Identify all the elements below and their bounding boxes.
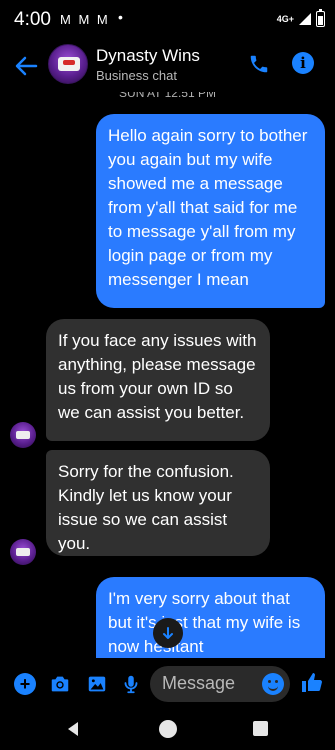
chat-header: Dynasty Wins Business chat i bbox=[0, 40, 335, 92]
message-input-placeholder: Message bbox=[162, 673, 236, 693]
emoji-icon[interactable] bbox=[262, 673, 284, 695]
microphone-icon[interactable] bbox=[120, 673, 142, 695]
status-bar: 4:00 M M M • 4G+ bbox=[0, 0, 335, 40]
back-arrow-icon[interactable] bbox=[12, 52, 40, 80]
thumbs-up-icon[interactable] bbox=[300, 671, 324, 695]
contact-avatar[interactable] bbox=[48, 44, 88, 84]
plus-icon[interactable]: + bbox=[14, 673, 36, 695]
status-indicators: 4G+ bbox=[276, 9, 325, 27]
sender-avatar[interactable] bbox=[10, 422, 36, 448]
phone-icon[interactable] bbox=[248, 53, 270, 75]
message-composer: + Message bbox=[0, 658, 335, 710]
message-timestamp: SUN AT 12:51 PM bbox=[119, 92, 216, 100]
signal-icon bbox=[299, 13, 311, 25]
message-input[interactable]: Message bbox=[150, 666, 290, 702]
notification-dot: • bbox=[118, 9, 123, 25]
incoming-message[interactable]: Sorry for the confusion. Kindly let us k… bbox=[46, 450, 270, 556]
sender-avatar[interactable] bbox=[10, 539, 36, 565]
incoming-message[interactable]: If you face any issues with anything, pl… bbox=[46, 319, 270, 441]
contact-subtitle: Business chat bbox=[96, 68, 177, 83]
nav-recents-icon[interactable] bbox=[253, 721, 268, 736]
network-label: 4G+ bbox=[276, 14, 294, 24]
message-thread[interactable]: SUN AT 12:51 PM Hello again sorry to bot… bbox=[0, 92, 335, 658]
camera-icon[interactable] bbox=[49, 673, 71, 695]
nav-back-icon[interactable] bbox=[64, 720, 82, 738]
status-time: 4:00 bbox=[14, 9, 51, 30]
info-icon[interactable]: i bbox=[292, 52, 314, 74]
outgoing-message[interactable]: I'm very sorry about that but it's just … bbox=[96, 577, 325, 658]
nav-home-icon[interactable] bbox=[159, 720, 177, 738]
outgoing-message[interactable]: Hello again sorry to bother you again bu… bbox=[96, 114, 325, 308]
scroll-to-bottom-button[interactable] bbox=[153, 618, 183, 648]
contact-name[interactable]: Dynasty Wins bbox=[96, 46, 200, 66]
arrow-down-icon bbox=[163, 627, 173, 639]
notification-icons: M M M bbox=[60, 12, 110, 27]
image-icon[interactable] bbox=[86, 673, 108, 695]
system-nav-bar bbox=[0, 710, 335, 750]
battery-icon bbox=[316, 9, 325, 27]
